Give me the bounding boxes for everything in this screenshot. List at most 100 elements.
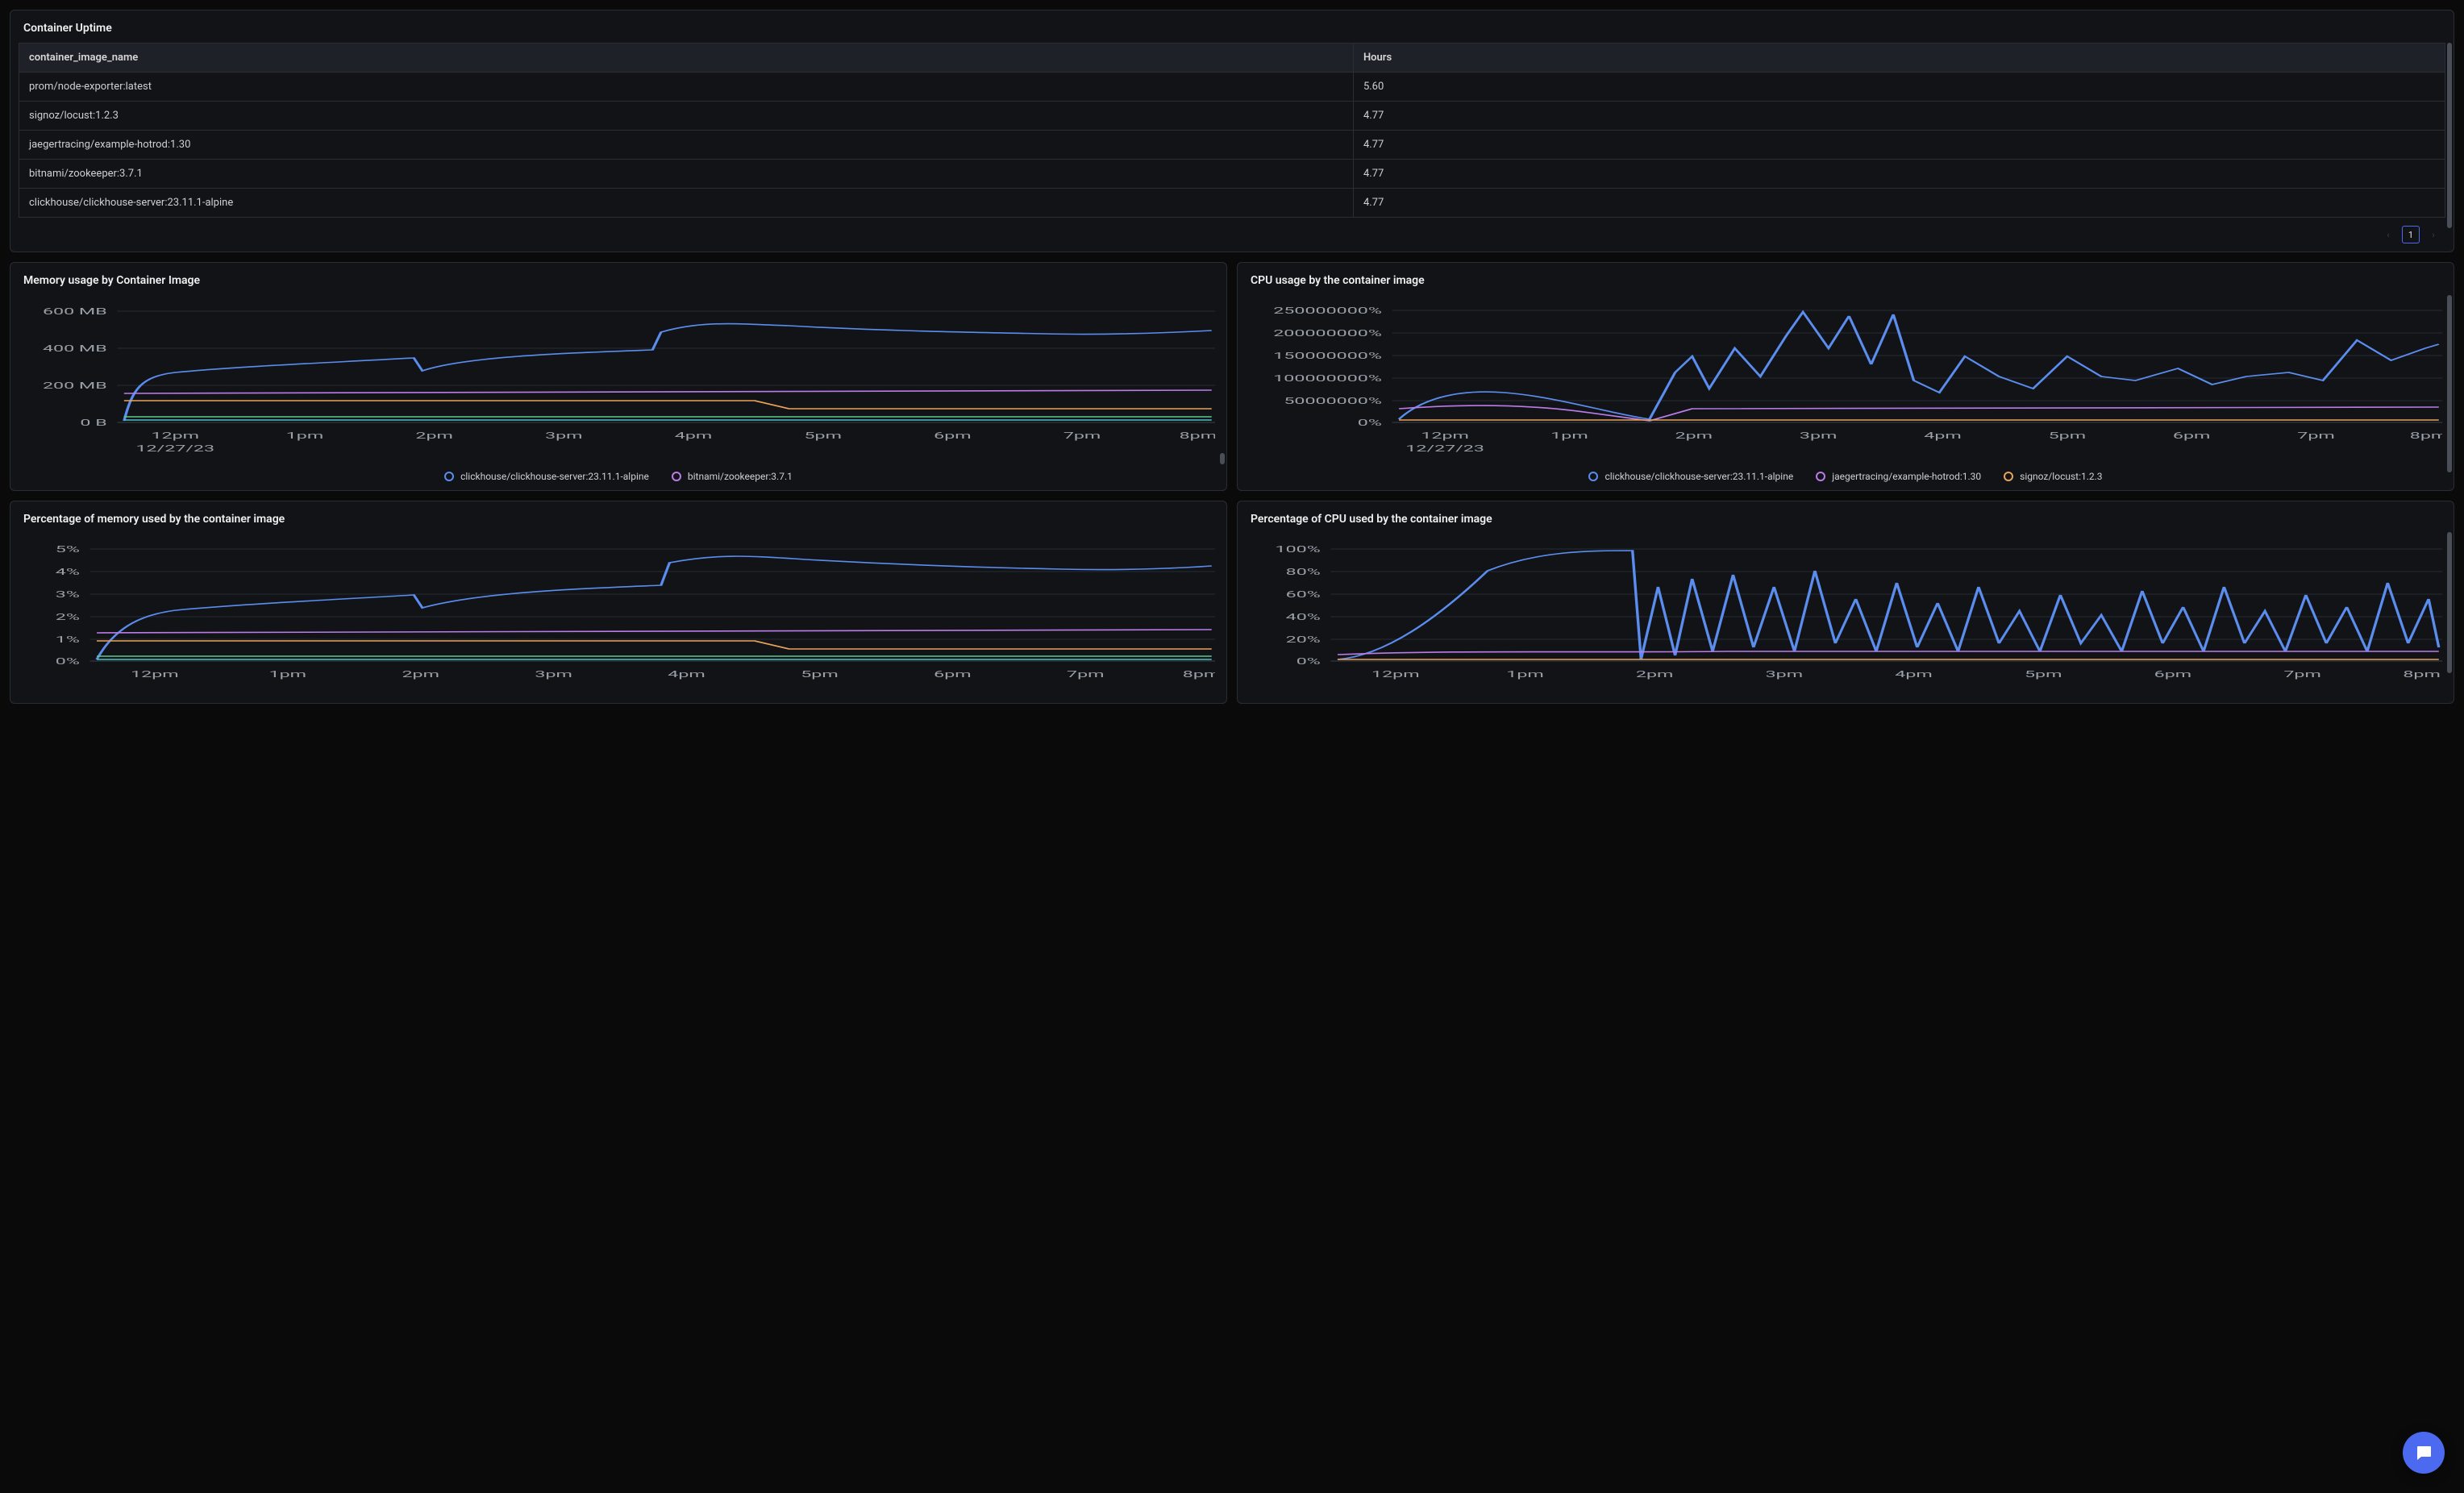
cell-name: bitnami/zookeeper:3.7.1 bbox=[19, 160, 1354, 189]
svg-text:2pm: 2pm bbox=[1675, 430, 1713, 441]
svg-text:5pm: 5pm bbox=[804, 430, 842, 441]
svg-text:5pm: 5pm bbox=[2025, 669, 2062, 680]
prev-page-button[interactable]: ‹ bbox=[2379, 226, 2397, 243]
panel-title: CPU usage by the container image bbox=[1246, 274, 2445, 295]
chevron-right-icon: › bbox=[2432, 230, 2434, 240]
legend-swatch-icon bbox=[444, 472, 454, 481]
y-tick: 3% bbox=[56, 589, 80, 600]
x-axis: 12pm 1pm 2pm 3pm 4pm 5pm 6pm 7pm 8pm 12/… bbox=[135, 430, 1215, 454]
y-tick: 1% bbox=[56, 634, 80, 645]
svg-text:4pm: 4pm bbox=[1895, 669, 1933, 680]
legend-item[interactable]: clickhouse/clickhouse-server:23.11.1-alp… bbox=[444, 471, 649, 482]
cpu-usage-panel: CPU usage by the container image 2500000… bbox=[1237, 262, 2454, 491]
legend-item[interactable]: clickhouse/clickhouse-server:23.11.1-alp… bbox=[1588, 471, 1793, 482]
svg-text:12pm: 12pm bbox=[151, 430, 199, 441]
svg-text:2pm: 2pm bbox=[402, 669, 439, 680]
cpu-pct-panel: Percentage of CPU used by the container … bbox=[1237, 501, 2454, 704]
y-tick: 100000000% bbox=[1273, 373, 1382, 384]
y-tick: 0% bbox=[1297, 656, 1321, 667]
chart-area[interactable]: 600 MB 400 MB 200 MB 0 B 12pm 1pm 2pm bbox=[19, 295, 1218, 464]
y-tick: 0 B bbox=[80, 418, 106, 428]
cell-hours: 5.60 bbox=[1353, 73, 2445, 102]
table-row[interactable]: prom/node-exporter:latest 5.60 bbox=[19, 73, 2445, 102]
table-row[interactable]: jaegertracing/example-hotrod:1.30 4.77 bbox=[19, 131, 2445, 160]
x-axis: 12pm 1pm 2pm 3pm 4pm 5pm 6pm 7pm 8pm bbox=[1371, 669, 2441, 680]
scrollbar[interactable] bbox=[2447, 43, 2452, 228]
col-header-name[interactable]: container_image_name bbox=[19, 44, 1354, 73]
legend-label: jaegertracing/example-hotrod:1.30 bbox=[1832, 471, 1981, 482]
cell-hours: 4.77 bbox=[1353, 160, 2445, 189]
cell-name: jaegertracing/example-hotrod:1.30 bbox=[19, 131, 1354, 160]
y-tick: 20% bbox=[1286, 634, 1321, 645]
svg-text:7pm: 7pm bbox=[1067, 669, 1105, 680]
svg-text:12pm: 12pm bbox=[1421, 430, 1469, 441]
chart-legend: clickhouse/clickhouse-server:23.11.1-alp… bbox=[1246, 464, 2445, 482]
legend-item[interactable]: bitnami/zookeeper:3.7.1 bbox=[672, 471, 793, 482]
page-number-button[interactable]: 1 bbox=[2402, 226, 2420, 243]
y-tick: 0% bbox=[1358, 418, 1382, 428]
memory-usage-panel: Memory usage by Container Image 600 MB 4… bbox=[10, 262, 1227, 491]
svg-text:8pm: 8pm bbox=[2410, 430, 2442, 441]
y-tick: 200000000% bbox=[1273, 328, 1382, 339]
svg-text:1pm: 1pm bbox=[286, 430, 324, 441]
svg-text:3pm: 3pm bbox=[1766, 669, 1804, 680]
y-tick: 200 MB bbox=[43, 381, 107, 391]
memory-chart: 600 MB 400 MB 200 MB 0 B 12pm 1pm 2pm bbox=[22, 300, 1215, 461]
pagination: ‹ 1 › bbox=[19, 218, 2445, 243]
panel-title: Memory usage by Container Image bbox=[19, 274, 1218, 295]
scrollbar[interactable] bbox=[2447, 295, 2452, 472]
cell-hours: 4.77 bbox=[1353, 131, 2445, 160]
scrollbar[interactable] bbox=[1220, 453, 1225, 464]
legend-swatch-icon bbox=[1816, 472, 1825, 481]
svg-text:3pm: 3pm bbox=[535, 669, 572, 680]
chart-area[interactable]: 250000000% 200000000% 150000000% 1000000… bbox=[1246, 295, 2445, 464]
panel-title: Percentage of memory used by the contain… bbox=[19, 513, 1218, 534]
panel-title: Container Uptime bbox=[19, 22, 2445, 43]
svg-text:12pm: 12pm bbox=[131, 669, 179, 680]
scrollbar[interactable] bbox=[2447, 532, 2452, 673]
y-tick: 0% bbox=[56, 656, 80, 667]
y-tick: 2% bbox=[56, 612, 80, 622]
legend-label: clickhouse/clickhouse-server:23.11.1-alp… bbox=[460, 471, 649, 482]
svg-text:12/27/23: 12/27/23 bbox=[1405, 443, 1484, 454]
svg-text:1pm: 1pm bbox=[269, 669, 307, 680]
x-axis: 12pm 1pm 2pm 3pm 4pm 5pm 6pm 7pm 8pm bbox=[131, 669, 1215, 680]
legend-swatch-icon bbox=[1588, 472, 1598, 481]
legend-item[interactable]: signoz/locust:1.2.3 bbox=[2004, 471, 2102, 482]
col-header-hours[interactable]: Hours bbox=[1353, 44, 2445, 73]
table-row[interactable]: clickhouse/clickhouse-server:23.11.1-alp… bbox=[19, 189, 2445, 218]
table-row[interactable]: bitnami/zookeeper:3.7.1 4.77 bbox=[19, 160, 2445, 189]
cpu-pct-chart: 100% 80% 60% 40% 20% 0% 12pm 1pm 2pm bbox=[1249, 539, 2442, 692]
svg-text:2pm: 2pm bbox=[415, 430, 453, 441]
y-tick: 4% bbox=[56, 567, 80, 577]
svg-text:6pm: 6pm bbox=[934, 430, 972, 441]
y-tick: 60% bbox=[1286, 589, 1321, 600]
chevron-left-icon: ‹ bbox=[2387, 230, 2389, 240]
svg-text:7pm: 7pm bbox=[2283, 669, 2321, 680]
y-tick: 100% bbox=[1276, 544, 1321, 555]
table-row[interactable]: signoz/locust:1.2.3 4.77 bbox=[19, 102, 2445, 131]
chart-area[interactable]: 100% 80% 60% 40% 20% 0% 12pm 1pm 2pm bbox=[1246, 534, 2445, 695]
svg-text:1pm: 1pm bbox=[1506, 669, 1544, 680]
svg-text:2pm: 2pm bbox=[1636, 669, 1674, 680]
svg-text:7pm: 7pm bbox=[1063, 430, 1101, 441]
chart-area[interactable]: 5% 4% 3% 2% 1% 0% 12pm 1pm bbox=[19, 534, 1218, 695]
cell-name: clickhouse/clickhouse-server:23.11.1-alp… bbox=[19, 189, 1354, 218]
svg-text:5pm: 5pm bbox=[2049, 430, 2087, 441]
cpu-chart: 250000000% 200000000% 150000000% 1000000… bbox=[1249, 300, 2442, 461]
legend-item[interactable]: jaegertracing/example-hotrod:1.30 bbox=[1816, 471, 1981, 482]
uptime-table: container_image_name Hours prom/node-exp… bbox=[19, 43, 2445, 218]
legend-label: clickhouse/clickhouse-server:23.11.1-alp… bbox=[1605, 471, 1793, 482]
y-tick: 400 MB bbox=[43, 343, 107, 354]
y-tick: 80% bbox=[1286, 567, 1321, 577]
next-page-button[interactable]: › bbox=[2424, 226, 2442, 243]
svg-text:12/27/23: 12/27/23 bbox=[135, 443, 214, 454]
legend-swatch-icon bbox=[2004, 472, 2013, 481]
cell-hours: 4.77 bbox=[1353, 102, 2445, 131]
cell-hours: 4.77 bbox=[1353, 189, 2445, 218]
svg-text:8pm: 8pm bbox=[1180, 430, 1215, 441]
help-chat-button[interactable] bbox=[2403, 1432, 2445, 1474]
svg-text:6pm: 6pm bbox=[2154, 669, 2192, 680]
memory-pct-chart: 5% 4% 3% 2% 1% 0% 12pm 1pm bbox=[22, 539, 1215, 692]
y-tick: 5% bbox=[56, 544, 80, 555]
